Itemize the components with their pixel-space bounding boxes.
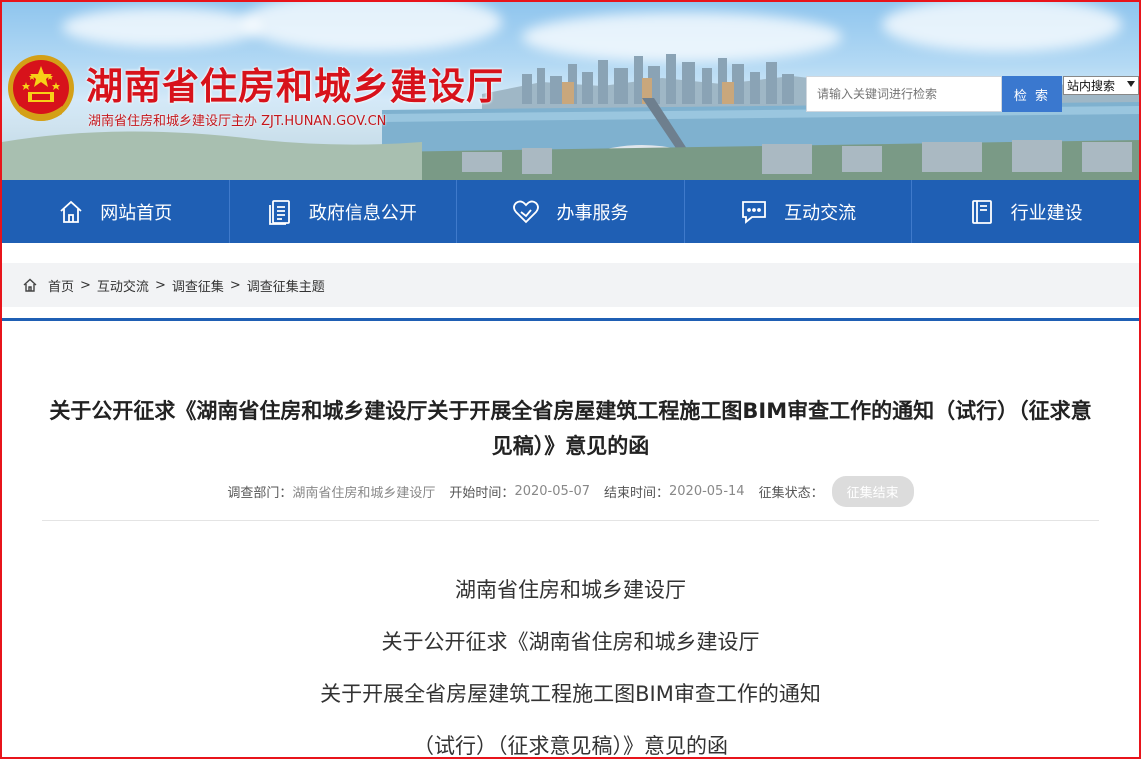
national-emblem-icon xyxy=(8,55,74,121)
breadcrumb-separator: > xyxy=(154,277,166,293)
body-line: 关于公开征求《湖南省住房和城乡建设厅 xyxy=(381,630,760,654)
breadcrumb-item-survey[interactable]: 调查征集 xyxy=(172,276,224,295)
breadcrumb-item-survey-topic[interactable]: 调查征集主题 xyxy=(247,276,325,295)
section-divider xyxy=(2,318,1139,321)
article-title: 关于公开征求《湖南省住房和城乡建设厅关于开展全省房屋建筑工程施工图BIM审查工作… xyxy=(49,399,1092,458)
breadcrumb-separator: > xyxy=(80,277,91,293)
search-scope-select[interactable]: 站内搜索 xyxy=(1063,76,1139,95)
status-label: 征集状态： xyxy=(758,486,824,501)
nav-item-label: 办事服务 xyxy=(556,202,629,224)
breadcrumb-separator: > xyxy=(229,277,241,293)
search-scope-value: 站内搜索 xyxy=(1067,79,1116,93)
nav-item-industry[interactable]: 行业建设 xyxy=(912,180,1139,243)
dept-label: 调查部门： xyxy=(227,486,293,501)
site-header: 湖南省住房和城乡建设厅 湖南省住房和城乡建设厅主办 ZJT.HUNAN.GOV.… xyxy=(2,2,1139,180)
nav-item-label: 互动交流 xyxy=(784,202,857,224)
nav-item-gov-info[interactable]: 政府信息公开 xyxy=(230,180,458,243)
nav-item-services[interactable]: 办事服务 xyxy=(457,180,685,243)
end-time-value: 2020-05-14 xyxy=(669,484,745,499)
home-icon xyxy=(60,200,82,223)
breadcrumb-item-interaction[interactable]: 互动交流 xyxy=(97,276,149,295)
nav-item-label: 行业建设 xyxy=(1010,202,1083,224)
status-badge: 征集结束 xyxy=(831,476,914,507)
nav-item-label: 政府信息公开 xyxy=(308,202,417,224)
body-line: （试行）（征求意见稿）》意见的函 xyxy=(413,734,728,758)
heart-icon xyxy=(513,200,540,223)
end-time-label: 结束时间： xyxy=(604,486,670,501)
nav-item-home[interactable]: 网站首页 xyxy=(2,180,230,243)
breadcrumb: 首页 > 互动交流 > 调查征集 > 调查征集主题 xyxy=(2,263,1139,307)
breadcrumb-item-home[interactable]: 首页 xyxy=(48,276,74,295)
search-box xyxy=(806,76,1002,112)
article-meta: 调查部门： 湖南省住房和城乡建设厅 开始时间： 2020-05-07 结束时间：… xyxy=(2,476,1139,507)
book-icon xyxy=(971,199,992,224)
site-subtitle: 湖南省住房和城乡建设厅主办 ZJT.HUNAN.GOV.CN xyxy=(88,114,387,129)
start-time-label: 开始时间： xyxy=(449,486,515,501)
page-frame: 湖南省住房和城乡建设厅 湖南省住房和城乡建设厅主办 ZJT.HUNAN.GOV.… xyxy=(0,0,1141,759)
nav-item-interaction[interactable]: 互动交流 xyxy=(685,180,913,243)
search-button[interactable]: 检 索 xyxy=(1002,76,1062,112)
home-icon[interactable] xyxy=(22,277,38,293)
chat-icon xyxy=(742,200,766,224)
dept-value: 湖南省住房和城乡建设厅 xyxy=(292,486,436,501)
content-divider xyxy=(42,520,1099,521)
site-title: 湖南省住房和城乡建设厅 xyxy=(86,65,504,108)
nav-item-label: 网站首页 xyxy=(100,202,173,224)
start-time-value: 2020-05-07 xyxy=(514,484,590,499)
body-line: 关于开展全省房屋建筑工程施工图BIM审查工作的通知 xyxy=(320,682,821,706)
search-input[interactable] xyxy=(807,77,1001,111)
body-line: 湖南省住房和城乡建设厅 xyxy=(455,578,686,602)
dropdown-arrow-icon xyxy=(1127,81,1135,87)
document-icon xyxy=(268,199,290,225)
main-nav: 网站首页 政府信息公开 办事服务 互动交流 行业建设 xyxy=(2,180,1139,243)
